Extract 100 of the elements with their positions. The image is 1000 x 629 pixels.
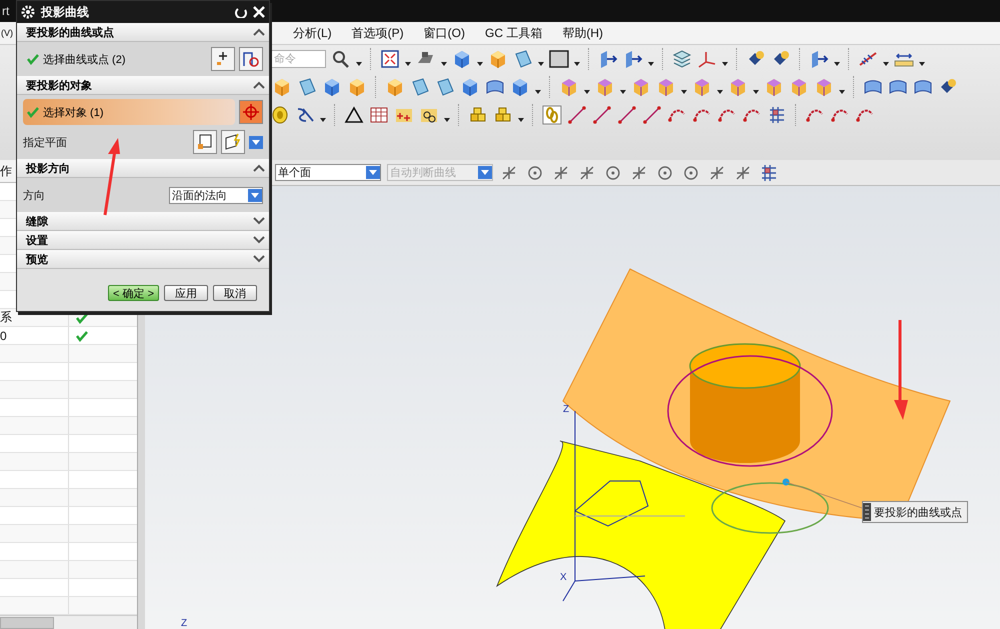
cube-icon[interactable] [510,77,530,97]
horizontal-scrollbar[interactable] [0,615,137,629]
caret-icon[interactable] [681,90,687,94]
caret-icon[interactable] [717,90,723,94]
navigator-cell: 0 [0,328,7,343]
cube-icon[interactable] [692,77,712,97]
caret-icon[interactable] [444,118,450,122]
window-title: rt [1,4,10,18]
line-icon[interactable] [567,105,587,125]
menu-item[interactable]: (V) [1,28,13,38]
curve-rule-button[interactable] [239,47,263,71]
cube-icon[interactable] [728,77,748,97]
cube-icon[interactable] [595,77,615,97]
curve-rule-icon [242,50,260,68]
cube-icon[interactable] [656,77,676,97]
sheet-icon[interactable] [297,77,317,97]
menu-item[interactable]: 帮助(H) [562,24,604,42]
dialog-button[interactable]: 应用 [164,285,208,301]
line-icon[interactable] [642,105,662,125]
line-icon[interactable] [617,105,637,125]
caret-icon[interactable] [834,62,840,66]
table-icon[interactable] [369,105,389,125]
caret-icon[interactable] [477,62,483,66]
spring-icon[interactable] [295,105,315,125]
plane-dialog-button[interactable] [193,130,217,154]
navigator-cell: 系 [0,309,12,326]
cube-icon[interactable] [460,77,480,97]
selection-step[interactable]: 选择对象 (1) [23,99,235,125]
caret-icon[interactable] [356,62,362,66]
cube-icon[interactable] [764,77,784,97]
cube-icon[interactable] [272,77,292,97]
cube-icon[interactable] [452,49,472,69]
dialog-button[interactable]: 取消 [213,285,257,301]
direction-dropdown[interactable]: 沿面的法向 [169,186,263,204]
crosshair-icon [242,103,260,121]
arrow-cube-icon[interactable] [809,49,829,69]
triangle-icon[interactable] [344,105,364,125]
cube-icon[interactable] [322,77,342,97]
sheet-icon[interactable] [435,77,455,97]
layers-icon[interactable] [672,49,692,69]
menu-item[interactable]: 窗口(O) [424,24,465,42]
cube-icon[interactable] [385,77,405,97]
fit-view-icon[interactable] [380,49,400,69]
caret-icon[interactable] [648,62,654,66]
menu-item[interactable]: 首选项(P) [352,24,404,42]
caret-icon[interactable] [574,62,580,66]
command-search-field[interactable]: 命令 [270,50,326,68]
caret-icon[interactable] [919,62,925,66]
settings-icon[interactable] [21,5,35,19]
caret-icon[interactable] [620,90,626,94]
dialog-button[interactable]: < 确定 > [108,285,159,301]
arrow-cube-icon[interactable] [623,49,643,69]
caret-icon[interactable] [722,62,728,66]
caret-icon[interactable] [753,90,759,94]
cube-icon[interactable] [488,49,508,69]
selection-filter-dropdown[interactable]: 单个面 [275,164,381,181]
section-header[interactable]: 预览 [17,250,269,269]
cube-icon[interactable] [789,77,809,97]
cube-icon[interactable] [814,77,834,97]
caret-icon[interactable] [883,62,889,66]
section-header[interactable]: 设置 [17,231,269,250]
sheet-icon[interactable] [513,49,533,69]
search-icon[interactable] [331,49,351,69]
add-curve-button[interactable] [211,47,235,71]
section-header[interactable]: 投影方向 [17,159,269,178]
section-header[interactable]: 缝隙 [17,212,269,231]
close-icon[interactable] [253,6,265,18]
section-header[interactable]: 要投影的对象 [17,76,269,95]
caret-icon[interactable] [535,90,541,94]
navigator-header: 作 [0,162,12,180]
reset-icon[interactable] [235,6,247,18]
grid-icon[interactable] [759,162,779,182]
arrow-cube-icon[interactable] [598,49,618,69]
cube-icon[interactable] [347,77,367,97]
caret-icon[interactable] [538,62,544,66]
axes-icon[interactable] [697,49,717,69]
plane-label: 指定平面 [23,136,68,150]
section-header[interactable]: 要投影的曲线或点 [17,23,269,42]
line-icon[interactable] [592,105,612,125]
cube-icon[interactable] [631,77,651,97]
coil-icon[interactable] [270,105,290,125]
sheet-icon[interactable] [410,77,430,97]
caret-icon[interactable] [584,90,590,94]
menu-item[interactable]: 分析(L) [293,24,332,42]
frame-icon[interactable] [549,49,569,69]
plane-icon [224,133,242,151]
tooltip-text: 要投影的曲线或点 [874,506,962,520]
caret-icon[interactable] [405,62,411,66]
menu-item[interactable]: GC 工具箱 [485,24,542,42]
chain-link-icon[interactable] [542,105,562,125]
caret-icon[interactable] [839,90,845,94]
plane-picker-button[interactable] [221,130,245,154]
plane-dialog-icon [196,133,214,151]
caret-icon[interactable] [320,118,326,122]
direction-label: 方向 [23,188,46,202]
axis-label: Z [563,404,570,415]
caret-icon[interactable] [441,62,447,66]
caret-icon[interactable] [518,118,524,122]
grid-icon[interactable] [767,105,787,125]
cube-icon[interactable] [559,77,579,97]
